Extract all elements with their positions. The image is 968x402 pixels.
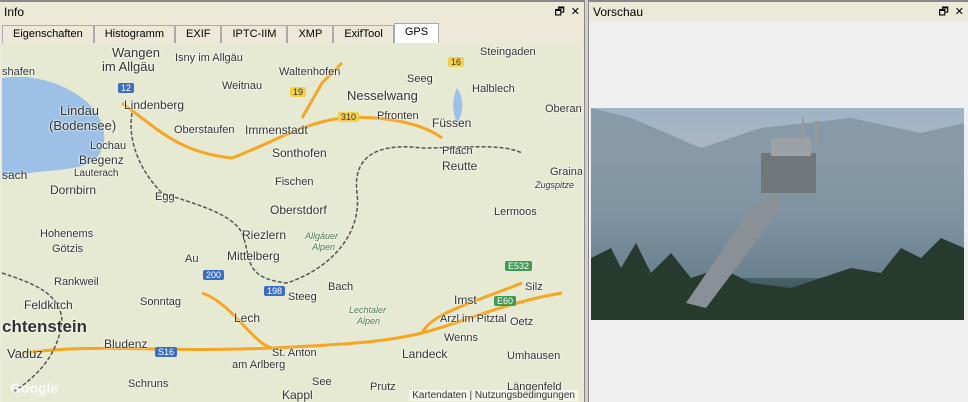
map-label: Weitnau [222,80,263,92]
map-label: St. Anton [272,347,317,359]
map-label: Oberstaufen [174,124,235,136]
tab-gps[interactable]: GPS [393,23,440,43]
map-label: Halblech [472,83,515,95]
tab-histogramm[interactable]: Histogramm [93,25,176,43]
road-shield: 16 [448,57,465,67]
map-label: Bregenz [79,153,124,167]
map-label: shafen [2,66,36,78]
gps-map[interactable]: Wangen im Allgäu Isny im Allgäu Steingad… [2,43,582,402]
map-label: Lochau [90,140,127,152]
preview-panel: Vorschau 🗗 ✕ [588,0,968,402]
map-label: Graina [550,166,582,178]
road-shield: E60 [494,296,517,306]
map-label: Arzl im Pitztal [440,313,507,325]
map-label: Vaduz [7,346,43,361]
map-label: am Arlberg [232,359,286,371]
road-shield: E532 [505,261,533,271]
info-panel: Info 🗗 ✕ Eigenschaften Histogramm EXIF IP… [0,0,585,402]
map-label: Zugspitze [535,180,575,190]
map-label: Pflach [442,145,473,157]
kartendaten-link[interactable]: Kartendaten [412,390,467,401]
map-label: Lindau [60,103,100,118]
map-label: Au [185,253,199,265]
map-label: Steeg [288,291,317,303]
google-logo: Google [10,380,59,396]
map-label: Umhausen [507,350,561,362]
map-label: Lindenberg [124,98,185,112]
map-label: (Bodensee) [49,118,117,133]
map-label: Waltenhofen [279,66,341,78]
map-label: im Allgäu [102,59,155,74]
map-label: Mittelberg [227,249,280,263]
map-label: Oetz [510,316,534,328]
info-titlebar: Info 🗗 ✕ [0,0,584,22]
map-label: Allgäuer [305,231,339,241]
close-icon[interactable]: ✕ [571,6,580,18]
preview-image [591,108,964,320]
map-label: Prutz [370,381,396,393]
road-shield: 200 [203,270,225,280]
map-label: Schruns [128,378,169,390]
tab-xmp[interactable]: XMP [287,25,334,43]
map-label: Seeg [407,73,433,85]
map-label: Alpen [357,316,381,326]
map-label: sach [2,168,28,182]
map-label: Götzis [52,243,84,255]
map-label: Imst [454,293,477,307]
map-label: Immenstadt [245,123,308,137]
map-label: Bach [328,281,354,293]
map-label: Bludenz [104,337,148,351]
map-label: Lechtaler [349,305,387,315]
map-label: See [312,376,332,388]
map-label: Feldkirch [24,298,73,312]
info-title: Info [4,5,25,19]
tab-iptc[interactable]: IPTC-IIM [221,25,288,43]
map-label: Rankweil [54,276,99,288]
map-label: Füssen [432,116,472,130]
map-label: Silz [525,281,543,293]
ski-jump-photo [591,108,964,320]
map-label: Oberan [545,103,582,115]
map-label: chtenstein [2,317,88,336]
road-shield: 198 [264,286,286,296]
map-label: Alpen [312,242,336,252]
map-label: Reutte [442,159,478,173]
map-label: Sonntag [140,296,181,308]
restore-icon[interactable]: 🗗 [554,6,564,18]
terms-link[interactable]: Nutzungsbedingungen [475,390,575,401]
preview-titlebar: Vorschau 🗗 ✕ [589,0,968,22]
tab-eigenschaften[interactable]: Eigenschaften [2,25,94,43]
map-label: Sonthofen [272,146,327,160]
map-label: Fischen [275,176,314,188]
map-label: Lech [234,311,261,325]
map-label: Kappl [282,388,313,402]
map-label: Steingaden [480,46,536,58]
tab-exiftool[interactable]: ExifTool [333,25,394,43]
map-label: Wangen [112,45,160,60]
tab-exif[interactable]: EXIF [175,25,222,43]
map-label: Lermoos [494,206,537,218]
map-label: Lauterach [74,168,119,179]
map-attribution: Kartendaten | Nutzungsbedingungen [409,390,578,401]
map-label: Hohenems [40,228,94,240]
restore-icon[interactable]: 🗗 [938,6,948,18]
map-label: Pfronten [377,110,419,122]
map-label: Egg [155,191,175,203]
map-label: Wenns [444,332,479,344]
road-shield: 19 [290,87,307,97]
tab-bar: Eigenschaften Histogramm EXIF IPTC-IIM X… [2,23,440,43]
map-label: Oberstdorf [270,203,327,217]
road-shield: 12 [118,83,135,93]
map-label: Nesselwang [347,88,418,103]
road-shield: S16 [155,347,178,357]
map-label: Isny im Allgäu [175,52,243,64]
close-icon[interactable]: ✕ [955,6,964,18]
road-shield: 310 [338,112,360,122]
map-label: Dornbirn [50,183,97,197]
map-label: Riezlern [242,228,287,242]
map-label: Landeck [402,347,448,361]
preview-title: Vorschau [593,5,644,19]
